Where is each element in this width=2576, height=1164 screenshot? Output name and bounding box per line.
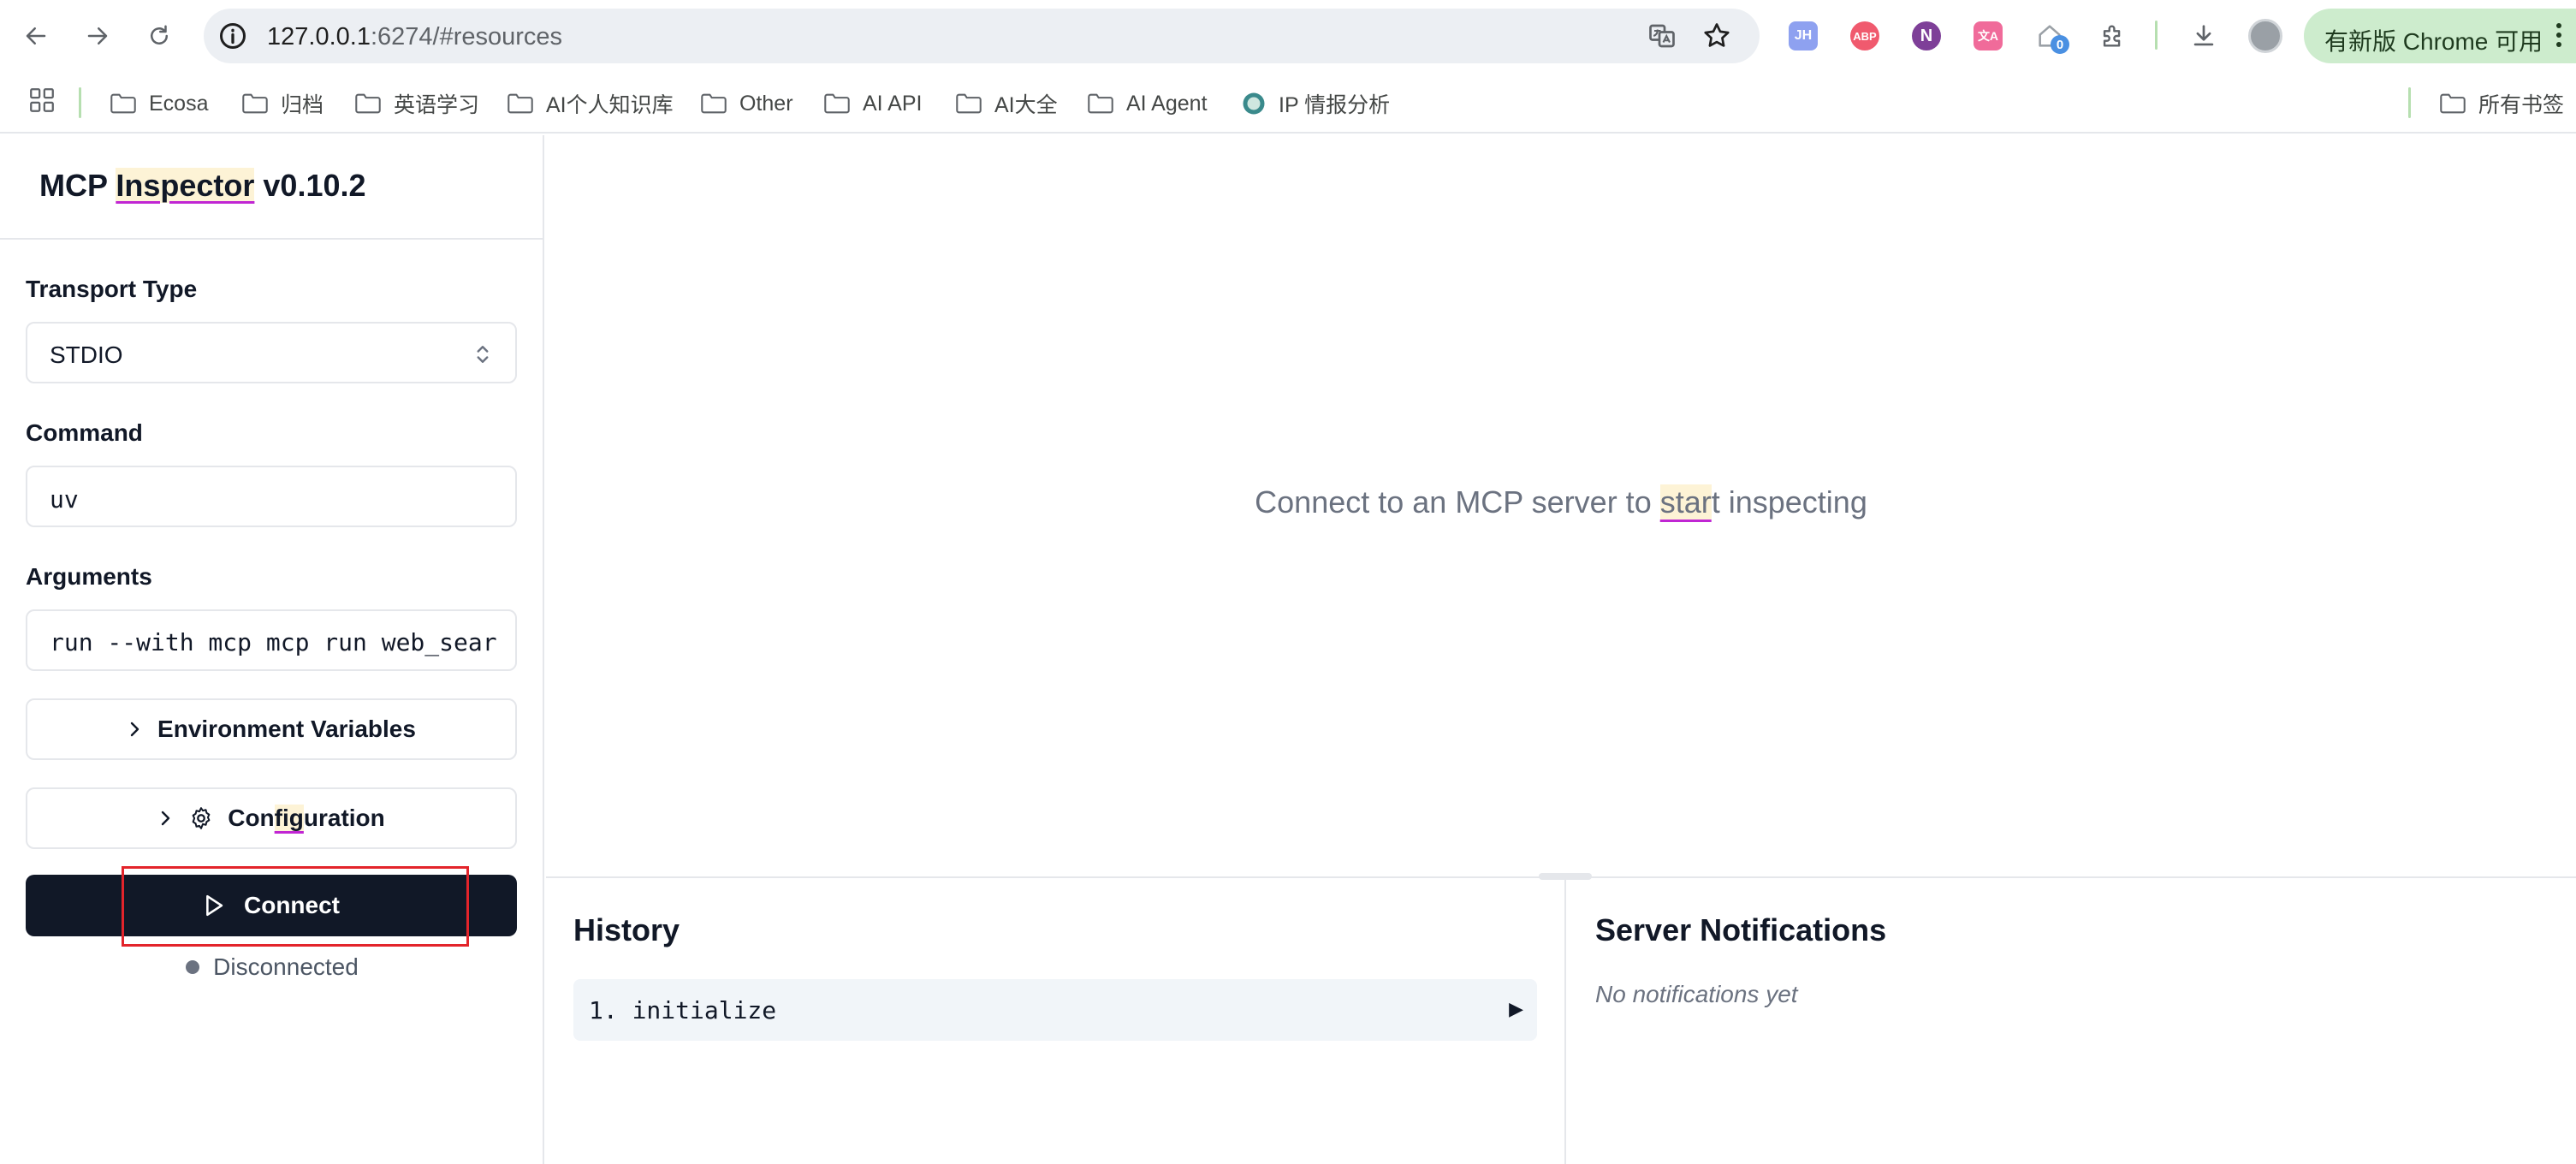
status-text: Disconnected bbox=[213, 953, 359, 980]
arguments-value: run --with mcp mcp run web_sear bbox=[50, 628, 497, 656]
sidebar-header: MCP Inspector v0.10.2 bbox=[0, 135, 543, 240]
bookmark-label: AI个人知识库 bbox=[546, 93, 674, 117]
chevron-right-icon bbox=[162, 811, 170, 826]
downloads-button[interactable] bbox=[2186, 18, 2222, 54]
bookmarks-divider-right bbox=[2408, 87, 2411, 118]
bookmark-item[interactable]: IP 情报分析 bbox=[1241, 89, 1390, 118]
configuration-button[interactable]: Configuration bbox=[26, 787, 517, 849]
bookmark-label: 英语学习 bbox=[394, 93, 480, 117]
bookmark-label: AI Agent bbox=[1126, 91, 1208, 116]
arrow-right-icon bbox=[87, 27, 108, 45]
toolbar-divider bbox=[2155, 21, 2158, 50]
arguments-label: Arguments bbox=[26, 563, 152, 590]
extensions-puzzle-icon[interactable] bbox=[2095, 18, 2131, 54]
transport-type-label: Transport Type bbox=[26, 276, 198, 302]
bookmark-label: AI大全 bbox=[994, 93, 1058, 117]
history-item-label: 1. initialize bbox=[589, 996, 777, 1024]
history-title: History bbox=[573, 912, 680, 947]
bookmark-item[interactable]: AI个人知识库 bbox=[507, 89, 674, 118]
puzzle-icon bbox=[2103, 25, 2121, 47]
home-extension-icon[interactable]: 0 bbox=[2032, 18, 2069, 54]
bookmark-item[interactable]: Ecosa bbox=[110, 89, 208, 118]
transport-type-value: STDIO bbox=[50, 341, 123, 368]
folder-icon bbox=[824, 93, 850, 114]
avatar-icon bbox=[2248, 19, 2282, 53]
bookmark-item[interactable]: 归档 bbox=[241, 89, 323, 118]
server-notifications-panel: Server Notifications No notifications ye… bbox=[1568, 878, 2576, 1164]
status-dot-icon bbox=[186, 960, 200, 974]
translate-extension-icon[interactable]: 文A bbox=[1970, 18, 2006, 54]
arrow-left-icon bbox=[26, 27, 46, 45]
url-text[interactable]: 127.0.0.1:6274/#resources bbox=[267, 22, 562, 51]
bookmark-label: Other bbox=[739, 91, 793, 116]
command-label: Command bbox=[26, 419, 143, 446]
connection-status: Disconnected bbox=[0, 953, 544, 981]
bookmark-item[interactable]: AI大全 bbox=[955, 89, 1058, 118]
folder-icon bbox=[242, 93, 268, 114]
folder-icon bbox=[507, 93, 533, 114]
bookmark-item[interactable]: 英语学习 bbox=[354, 89, 479, 118]
bookmarks-bar: Ecosa 归档 英语学习 AI个人知识库 Other AI API AI大全 AI Agen… bbox=[0, 72, 2576, 134]
site-info-icon[interactable] bbox=[217, 21, 248, 51]
forward-button[interactable] bbox=[77, 15, 118, 56]
arguments-input[interactable]: run --with mcp mcp run web_sear bbox=[26, 609, 517, 671]
more-menu-icon[interactable] bbox=[2554, 21, 2564, 51]
bookmarks-divider bbox=[79, 87, 81, 118]
extension-badge: 0 bbox=[2051, 35, 2069, 54]
bookmark-star-icon[interactable] bbox=[1701, 21, 1732, 51]
folder-icon bbox=[2440, 93, 2466, 114]
update-label: 有新版 Chrome 可用 bbox=[2324, 28, 2543, 55]
reload-button[interactable] bbox=[139, 15, 180, 56]
profile-avatar[interactable] bbox=[2247, 18, 2283, 54]
configuration-label: Configuration bbox=[228, 805, 385, 831]
notifications-empty-text: No notifications yet bbox=[1595, 981, 1798, 1007]
chevron-right-icon bbox=[130, 722, 139, 737]
main-content: Connect to an MCP server to start inspec… bbox=[546, 135, 2576, 876]
n-extension-icon[interactable]: N bbox=[1908, 18, 1944, 54]
gear-icon bbox=[192, 807, 211, 829]
reload-icon bbox=[151, 25, 168, 45]
inspector-sidebar: MCP Inspector v0.10.2 Transport Type STD… bbox=[0, 135, 544, 1164]
transport-type-select[interactable]: STDIO bbox=[26, 322, 517, 383]
folder-icon bbox=[1088, 93, 1113, 114]
jh-extension-icon[interactable]: JH bbox=[1785, 18, 1821, 54]
bookmark-item[interactable]: Other bbox=[700, 89, 793, 118]
translate-page-icon[interactable] bbox=[1647, 21, 1677, 51]
command-value: uv bbox=[50, 485, 79, 514]
bookmark-item[interactable]: AI API bbox=[823, 89, 922, 118]
all-bookmarks-label: 所有书签 bbox=[2478, 93, 2565, 117]
browser-toolbar: 127.0.0.1:6274/#resources JH ABP N 文A 0 … bbox=[0, 0, 2576, 72]
folder-icon bbox=[355, 93, 381, 114]
bookmark-item[interactable]: AI Agent bbox=[1087, 89, 1208, 118]
connect-label: Connect bbox=[244, 892, 340, 918]
bookmark-label: IP 情报分析 bbox=[1279, 93, 1391, 117]
adblock-extension-icon[interactable]: ABP bbox=[1847, 18, 1883, 54]
folder-icon bbox=[110, 93, 136, 114]
bookmark-label: AI API bbox=[863, 91, 923, 116]
empty-state-message: Connect to an MCP server to start inspec… bbox=[1255, 484, 1867, 520]
chrome-update-button[interactable]: 有新版 Chrome 可用 bbox=[2304, 9, 2576, 63]
all-bookmarks-folder[interactable]: 所有书签 bbox=[2439, 89, 2564, 118]
connect-button[interactable]: Connect bbox=[26, 875, 517, 936]
history-item[interactable]: 1. initialize ▶ bbox=[573, 979, 1537, 1041]
apps-grid-icon[interactable] bbox=[27, 86, 56, 115]
folder-icon bbox=[701, 93, 727, 114]
bookmark-label: 归档 bbox=[281, 93, 324, 117]
expand-triangle-icon[interactable]: ▶ bbox=[1509, 998, 1523, 1020]
chevron-up-down-icon bbox=[477, 346, 489, 363]
back-button[interactable] bbox=[15, 15, 56, 56]
address-bar[interactable]: 127.0.0.1:6274/#resources bbox=[204, 9, 1760, 63]
history-panel: History 1. initialize ▶ bbox=[546, 878, 1566, 1164]
environment-variables-label: Environment Variables bbox=[157, 716, 416, 742]
environment-variables-button[interactable]: Environment Variables bbox=[26, 698, 517, 760]
notifications-title: Server Notifications bbox=[1595, 912, 1887, 947]
app-title: MCP Inspector v0.10.2 bbox=[39, 168, 366, 203]
folder-icon bbox=[956, 93, 982, 114]
play-icon bbox=[206, 894, 223, 917]
command-input[interactable]: uv bbox=[26, 466, 517, 527]
bookmark-label: Ecosa bbox=[149, 91, 209, 116]
globe-icon bbox=[1243, 92, 1265, 115]
download-icon bbox=[2193, 25, 2214, 46]
